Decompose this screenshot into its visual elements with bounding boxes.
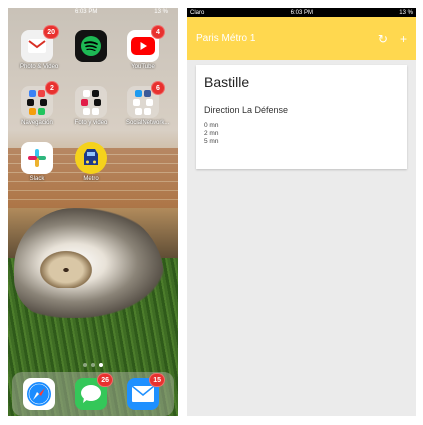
youtube-icon: 4	[127, 25, 165, 62]
app-label: Foto y video	[74, 120, 108, 126]
app-badge: 6	[151, 81, 165, 95]
app-bar: Paris Métro 1 ↻ +	[187, 17, 416, 60]
status-time: 6:03 PM	[290, 9, 313, 16]
app-badge: 15	[149, 373, 165, 387]
folder-icon	[75, 86, 107, 118]
station-card[interactable]: Bastille Direction La Défense 0 mn 2 mn …	[196, 65, 407, 169]
app-label: Navegación	[21, 120, 53, 126]
metro-icon	[75, 142, 107, 174]
messages-icon: 26	[75, 373, 113, 410]
dock-safari[interactable]	[22, 378, 56, 410]
app-label: SocialNetwork...	[126, 120, 170, 126]
add-icon[interactable]: +	[400, 33, 407, 45]
app-badge: 2	[45, 81, 59, 95]
slack-icon	[21, 142, 53, 174]
app-label: Slack	[29, 176, 45, 182]
app-badge: 26	[97, 373, 113, 387]
safari-compass-icon	[23, 378, 55, 410]
app-title: Paris Métro 1	[196, 33, 256, 44]
refresh-icon[interactable]: ↻	[378, 33, 388, 45]
folder-icon: 6	[127, 81, 165, 118]
page-indicator[interactable]	[83, 363, 103, 367]
app-badge: 4	[151, 25, 165, 39]
dock-mail[interactable]: 15	[126, 373, 165, 410]
folder-foto-y-video[interactable]: Foto y video	[74, 86, 108, 126]
status-bar: Claro 6:03 PM 13 %	[187, 8, 416, 17]
app-slack[interactable]: Slack	[20, 142, 54, 182]
app-badge: 20	[43, 25, 59, 39]
home-screen: 6:03 PM 13 % 20 Photo & Video 4 YouTube …	[8, 8, 178, 416]
arrival-times: 0 mn 2 mn 5 mn	[204, 122, 399, 146]
app-label: Metro	[83, 176, 99, 182]
arrival-time: 5 mn	[204, 138, 219, 145]
status-carrier: Claro	[190, 9, 205, 16]
app-spotify[interactable]	[74, 30, 108, 64]
app-label: Photo & Video	[20, 64, 59, 70]
app-youtube[interactable]: 4 YouTube	[126, 25, 165, 70]
dock-messages[interactable]: 26	[74, 373, 113, 410]
app-metro[interactable]: Metro	[74, 142, 108, 182]
metro-app-screen: Claro 6:03 PM 13 % Paris Métro 1 ↻ + Bas…	[187, 8, 416, 416]
folder-social-network[interactable]: 6 SocialNetwork...	[126, 81, 170, 126]
folder-navegacion[interactable]: 2 Navegación	[20, 81, 59, 126]
arrival-time: 0 mn	[204, 122, 219, 129]
arrival-time: 2 mn	[204, 130, 219, 137]
app-photo-video[interactable]: 20 Photo & Video	[20, 25, 59, 70]
status-battery: 13 %	[154, 9, 168, 15]
spotify-icon	[75, 30, 107, 62]
status-time: 6:03 PM	[74, 9, 98, 15]
status-bar: 6:03 PM 13 %	[8, 9, 178, 19]
mail-icon: 15	[127, 373, 165, 410]
wallpaper-dog-face	[36, 248, 96, 288]
status-battery: 13 %	[399, 9, 413, 16]
folder-icon: 2	[21, 81, 59, 118]
station-name: Bastille	[204, 74, 250, 90]
app-label: YouTube	[131, 64, 155, 70]
gmail-icon: 20	[21, 25, 59, 62]
direction-label: Direction La Défense	[204, 105, 289, 115]
